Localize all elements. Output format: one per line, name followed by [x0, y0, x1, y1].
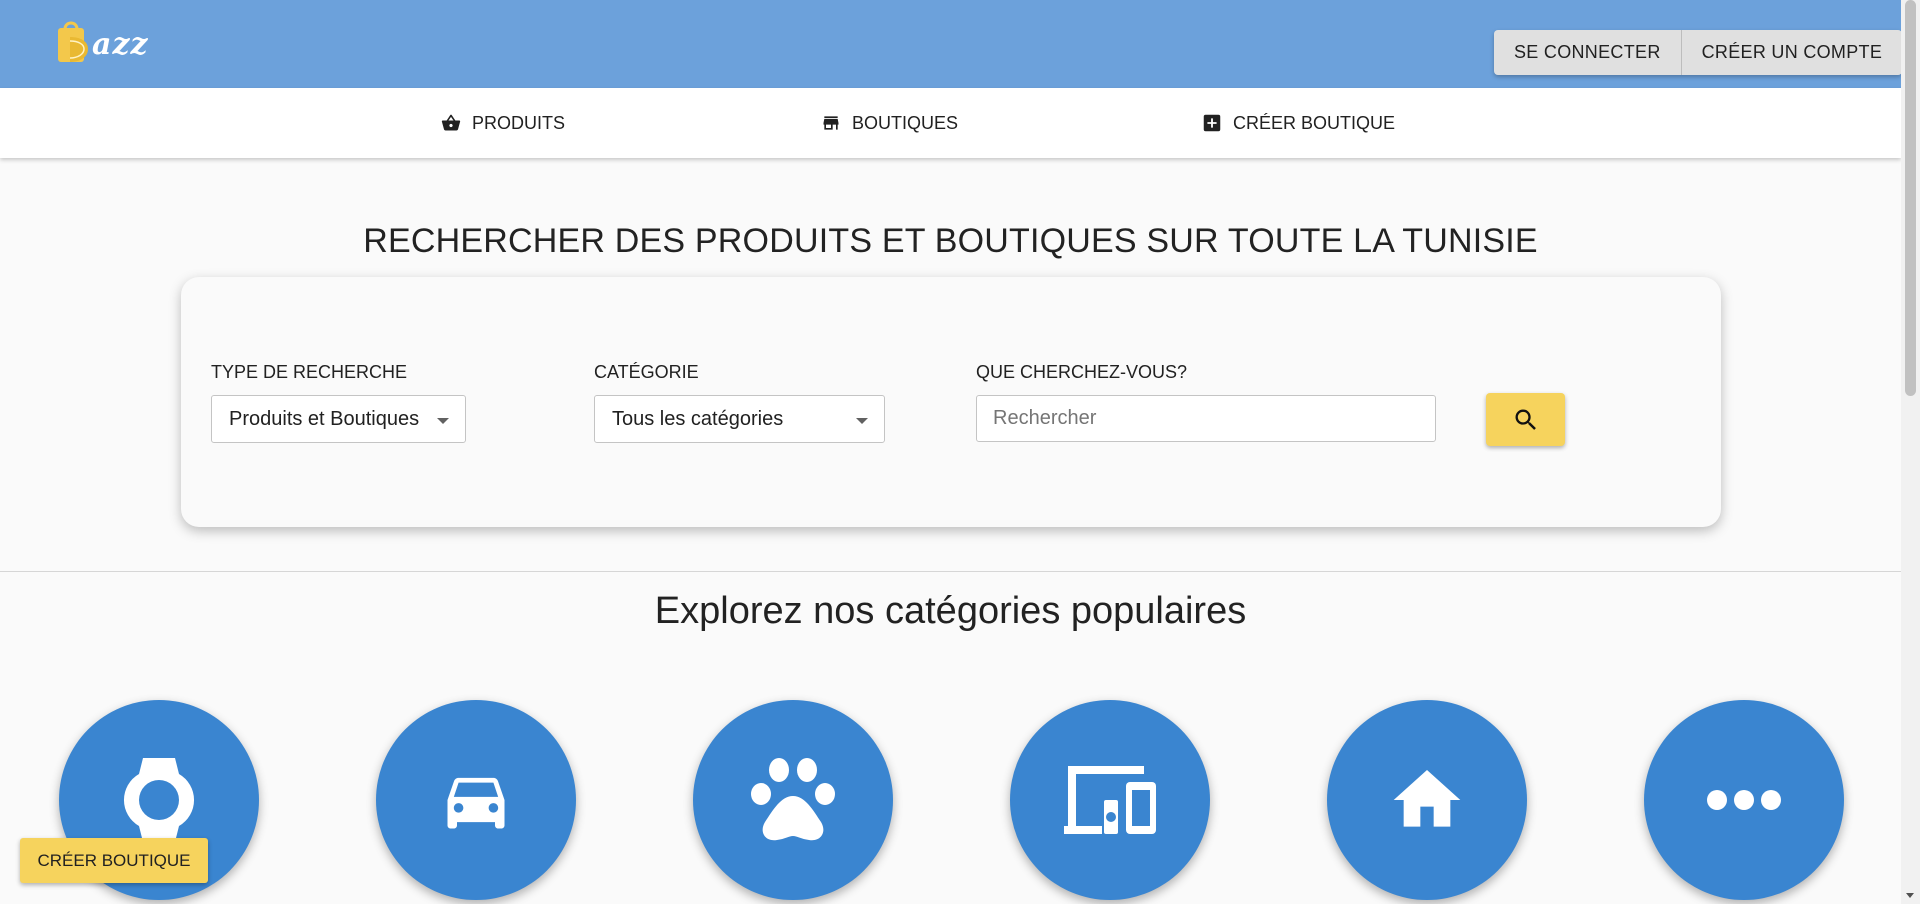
category-value: Tous les catégories: [612, 407, 784, 430]
category-select[interactable]: Tous les catégories: [594, 395, 885, 443]
search-card: TYPE DE RECHERCHE Produits et Boutiques …: [181, 277, 1721, 527]
category-vehicles[interactable]: [376, 700, 576, 900]
category-pets[interactable]: [693, 700, 893, 900]
chevron-down-icon: [437, 418, 449, 424]
nav-label-creer-boutique: CRÉER BOUTIQUE: [1233, 112, 1396, 133]
watch-icon: [123, 758, 195, 842]
nav-item-produits[interactable]: PRODUITS: [440, 88, 565, 158]
page-scrollbar[interactable]: [1901, 0, 1920, 904]
auth-button-group: SE CONNECTER CRÉER UN COMPTE: [1494, 30, 1903, 75]
nav-label-boutiques: BOUTIQUES: [852, 112, 959, 133]
floating-create-shop-button[interactable]: CRÉER BOUTIQUE: [20, 838, 208, 883]
add-box-icon: [1203, 114, 1221, 132]
category-home[interactable]: [1327, 700, 1527, 900]
top-app-bar: azz SE CONNECTER CRÉER UN COMPTE: [0, 0, 1903, 88]
logo-text: azz: [92, 26, 149, 62]
search-type-value: Produits et Boutiques: [229, 407, 420, 430]
devices-icon: [1064, 766, 1156, 834]
car-icon: [447, 777, 505, 829]
more-icon: [1707, 790, 1781, 810]
nav-label-produits: PRODUITS: [472, 112, 566, 133]
store-icon: [823, 116, 839, 130]
search-input[interactable]: [976, 395, 1436, 442]
category-label: CATÉGORIE: [594, 362, 699, 382]
pet-paw-icon: [751, 758, 835, 841]
nav-item-creer-boutique[interactable]: CRÉER BOUTIQUE: [1201, 88, 1395, 158]
basket-icon: [441, 114, 461, 131]
logo[interactable]: azz: [56, 16, 176, 66]
chevron-down-icon: [856, 418, 868, 424]
shopping-bag-logo-icon: [56, 19, 90, 63]
page: azz SE CONNECTER CRÉER UN COMPTE PRODUIT…: [0, 0, 1920, 904]
scrollbar-thumb[interactable]: [1905, 0, 1916, 396]
search-button[interactable]: [1486, 393, 1565, 446]
scroll-down-arrow-icon[interactable]: [1906, 893, 1914, 898]
main-nav: PRODUITS BOUTIQUES CRÉER BOUTIQUE: [0, 88, 1901, 158]
query-label: QUE CHERCHEZ-VOUS?: [976, 362, 1188, 382]
home-icon: [1393, 770, 1461, 827]
section-divider: [0, 571, 1901, 572]
register-button[interactable]: CRÉER UN COMPTE: [1680, 30, 1903, 75]
login-button[interactable]: SE CONNECTER: [1494, 30, 1681, 75]
categories-title: Explorez nos catégories populaires: [654, 590, 1247, 632]
nav-item-boutiques[interactable]: BOUTIQUES: [820, 88, 958, 158]
category-electronics[interactable]: [1010, 700, 1210, 900]
search-type-label: TYPE DE RECHERCHE: [211, 362, 408, 382]
search-type-select[interactable]: Produits et Boutiques: [211, 395, 466, 443]
search-icon: [1515, 409, 1536, 430]
hero-title: RECHERCHER DES PRODUITS ET BOUTIQUES SUR…: [363, 222, 1538, 260]
category-more[interactable]: [1644, 700, 1844, 900]
